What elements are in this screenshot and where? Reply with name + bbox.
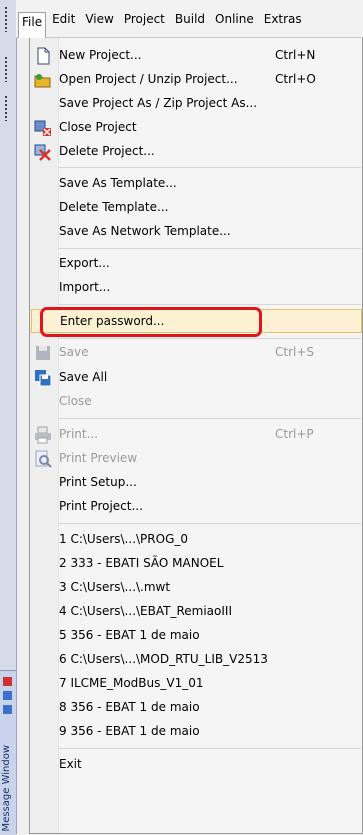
delete-icon — [34, 144, 51, 161]
menu-view[interactable]: View — [81, 10, 117, 28]
menu-separator — [58, 248, 361, 249]
recent-file-6[interactable]: 6 C:\Users\...\MOD_RTU_LIB_V2513 — [31, 648, 362, 672]
menu-item-print-project[interactable]: Print Project... — [31, 495, 362, 519]
printer-icon — [35, 426, 51, 444]
menu-item-open-project[interactable]: Open Project / Unzip Project... Ctrl+O — [31, 68, 362, 92]
menu-item-label: 9 356 - EBAT 1 de maio — [59, 724, 200, 738]
menu-item-shortcut: Ctrl+P — [275, 427, 314, 441]
menu-item-save-as-template[interactable]: Save As Template... — [31, 172, 362, 196]
menu-item-label: Close — [59, 394, 92, 408]
menu-separator — [58, 167, 361, 168]
menu-item-label: New Project... — [59, 48, 142, 62]
menu-item-label: Save Project As / Zip Project As... — [59, 96, 258, 110]
menu-item-label: Delete Project... — [59, 144, 155, 158]
recent-file-2[interactable]: 2 333 - EBATI SÃO MANOEL — [31, 552, 362, 576]
menu-item-print-setup[interactable]: Print Setup... — [31, 471, 362, 495]
print-preview-icon — [35, 450, 52, 468]
menu-item-save[interactable]: Save Ctrl+S — [31, 341, 362, 365]
toolbar-grip[interactable] — [4, 6, 8, 32]
menu-item-print[interactable]: Print... Ctrl+P — [31, 423, 362, 447]
menu-item-delete-template[interactable]: Delete Template... — [31, 196, 362, 220]
recent-file-9[interactable]: 9 356 - EBAT 1 de maio — [31, 720, 362, 744]
menu-item-label: Save All — [59, 370, 108, 384]
menu-item-label: 8 356 - EBAT 1 de maio — [59, 700, 200, 714]
message-window-tab[interactable]: Message Window — [0, 670, 16, 835]
menu-item-label: Enter password... — [60, 314, 165, 328]
menu-bar: File Edit View Project Build Online Extr… — [16, 0, 363, 38]
menu-item-label: 6 C:\Users\...\MOD_RTU_LIB_V2513 — [59, 652, 268, 666]
menu-item-new-project[interactable]: New Project... Ctrl+N — [31, 44, 362, 68]
menu-item-label: Print Project... — [59, 499, 143, 513]
left-dock-strip: Message Window — [0, 0, 17, 835]
menu-item-enter-password[interactable]: Enter password... — [31, 307, 362, 337]
menu-item-label: Close Project — [59, 120, 137, 134]
menu-item-label: Export... — [59, 256, 110, 270]
menu-online[interactable]: Online — [211, 10, 258, 28]
open-folder-icon — [34, 74, 51, 88]
menu-item-shortcut: Ctrl+S — [275, 345, 315, 359]
menu-item-label: Save As Template... — [59, 176, 177, 190]
menu-item-shortcut: Ctrl+N — [275, 48, 316, 62]
menu-item-shortcut: Ctrl+O — [275, 72, 316, 86]
menu-item-label: 4 C:\Users\...\EBAT_RemiaoIII — [59, 604, 232, 618]
menu-item-exit[interactable]: Exit — [31, 753, 362, 777]
menu-item-label: 2 333 - EBATI SÃO MANOEL — [59, 556, 224, 570]
recent-file-1[interactable]: 1 C:\Users\...\PROG_0 — [31, 528, 362, 552]
menu-item-close-project[interactable]: Close Project — [31, 116, 362, 140]
pin-icon[interactable] — [3, 691, 12, 700]
menu-item-label: 7 ILCME_ModBus_V1_01 — [59, 676, 204, 690]
menu-edit[interactable]: Edit — [48, 10, 79, 28]
menu-separator — [58, 338, 361, 339]
menu-item-label: Print Preview — [59, 451, 138, 465]
toolbar-grip[interactable] — [4, 95, 8, 121]
menu-item-import[interactable]: Import... — [31, 276, 362, 300]
menu-extras[interactable]: Extras — [260, 10, 306, 28]
close-project-icon — [34, 120, 51, 136]
menu-separator — [58, 304, 361, 305]
menu-item-label: Save As Network Template... — [59, 224, 231, 238]
menu-item-save-project-as[interactable]: Save Project As / Zip Project As... — [31, 92, 362, 116]
menu-separator — [58, 418, 361, 419]
menu-item-label: Print Setup... — [59, 475, 137, 489]
menu-separator — [58, 523, 361, 524]
menu-item-print-preview[interactable]: Print Preview — [31, 447, 362, 471]
menu-item-close[interactable]: Close — [31, 390, 362, 414]
recent-file-7[interactable]: 7 ILCME_ModBus_V1_01 — [31, 672, 362, 696]
menu-file[interactable]: File — [18, 11, 47, 38]
message-window-label: Message Window — [1, 744, 12, 831]
menu-item-label: Exit — [59, 757, 82, 771]
menu-item-save-all[interactable]: Save All — [31, 366, 362, 390]
menu-item-export[interactable]: Export... — [31, 252, 362, 276]
recent-file-8[interactable]: 8 356 - EBAT 1 de maio — [31, 696, 362, 720]
menu-project[interactable]: Project — [120, 10, 169, 28]
menu-separator — [58, 748, 361, 749]
menu-item-delete-project[interactable]: Delete Project... — [31, 140, 362, 164]
menu-item-label: Open Project / Unzip Project... — [59, 72, 238, 86]
recent-file-5[interactable]: 5 356 - EBAT 1 de maio — [31, 624, 362, 648]
menu-item-label: Print... — [59, 427, 99, 441]
recent-file-3[interactable]: 3 C:\Users\...\.mwt — [31, 576, 362, 600]
close-icon[interactable] — [3, 677, 12, 686]
toolbar-grip[interactable] — [4, 56, 8, 82]
save-all-icon — [35, 370, 52, 387]
menu-build[interactable]: Build — [171, 10, 209, 28]
file-menu-dropdown: New Project... Ctrl+N Open Project / Unz… — [29, 38, 363, 834]
menu-item-label: 1 C:\Users\...\PROG_0 — [59, 532, 188, 546]
menu-item-save-as-network-template[interactable]: Save As Network Template... — [31, 220, 362, 244]
save-icon — [36, 346, 50, 360]
menu-item-label: 5 356 - EBAT 1 de maio — [59, 628, 200, 642]
menu-item-label: Import... — [59, 280, 111, 294]
menu-item-label: Delete Template... — [59, 200, 169, 214]
menu-item-label: Save — [59, 345, 89, 359]
menu-item-label: 3 C:\Users\...\.mwt — [59, 580, 171, 594]
recent-file-4[interactable]: 4 C:\Users\...\EBAT_RemiaoIII — [31, 600, 362, 624]
new-document-icon — [37, 47, 50, 65]
dock-icon[interactable] — [3, 705, 12, 714]
